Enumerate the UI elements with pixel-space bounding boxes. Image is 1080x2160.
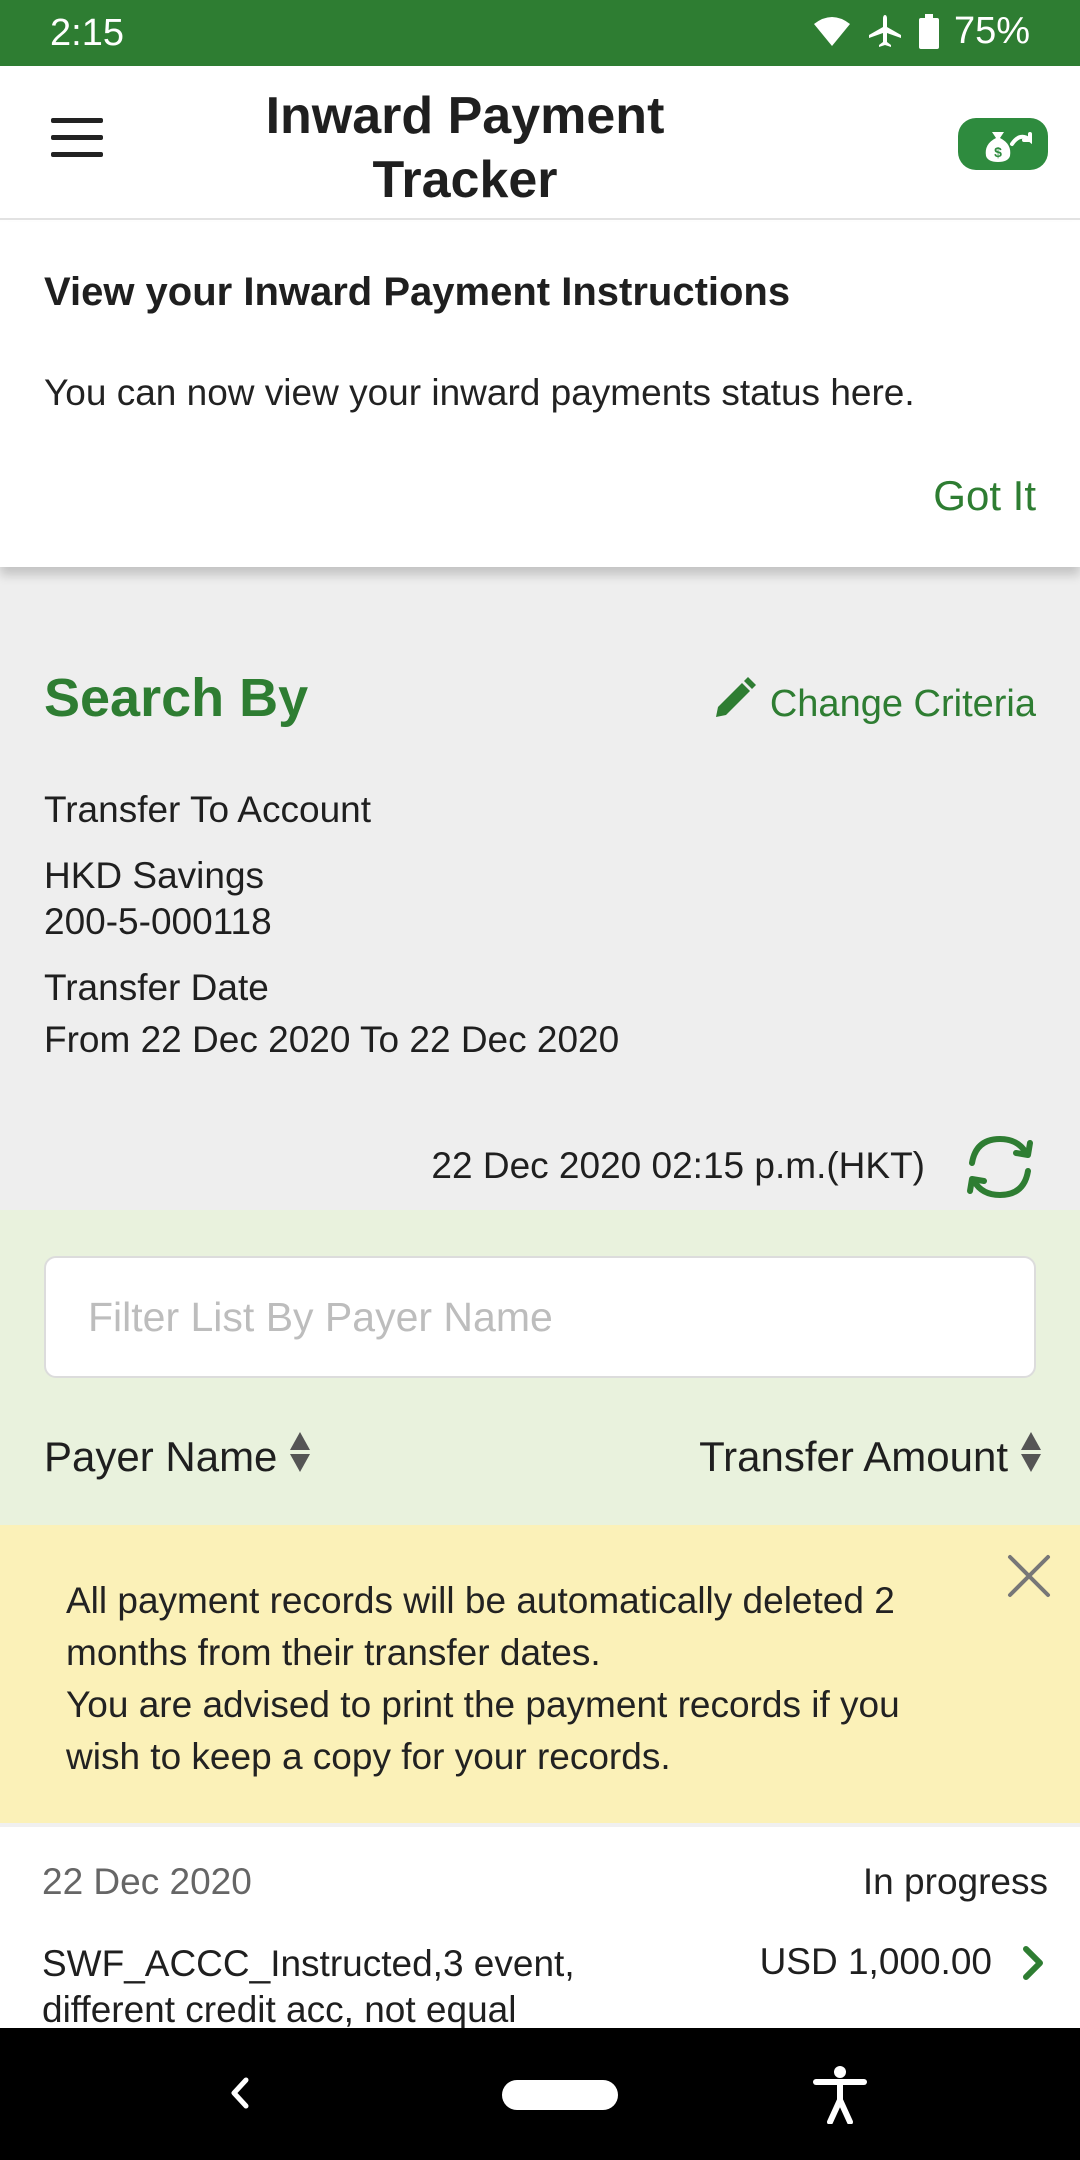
payment-record-row[interactable]: 22 Dec 2020 In progress SWF_ACCC_Instruc… <box>0 1823 1080 2030</box>
account-name: HKD Savings <box>44 855 265 896</box>
record-date: 22 Dec 2020 <box>42 1861 252 1902</box>
date-label: Transfer Date <box>44 967 269 1008</box>
account-label: Transfer To Account <box>44 789 372 830</box>
record-amount: USD 1,000.00 <box>759 1941 992 1982</box>
refresh-icon[interactable] <box>960 1129 1040 1205</box>
payer-filter-input[interactable] <box>44 1256 1036 1378</box>
app-bar: Inward Payment Tracker $ <box>0 66 1080 220</box>
change-criteria-label: Change Criteria <box>769 682 1036 725</box>
search-criteria-section: Search By Change Criteria Transfer To Ac… <box>0 567 1080 1210</box>
notice-card: View your Inward Payment Instructions Yo… <box>0 222 1080 567</box>
system-navigation-bar <box>0 2028 1080 2160</box>
col-payer-label: Payer Name <box>44 1433 278 1480</box>
battery-icon <box>918 13 940 50</box>
list-controls: Payer Name Transfer Amount <box>0 1210 1080 1525</box>
warning-text: All payment records will be automaticall… <box>66 1575 966 1783</box>
search-heading: Search By <box>44 668 309 728</box>
svg-text:$: $ <box>994 144 1002 160</box>
page-title: Inward Payment Tracker <box>265 87 665 209</box>
sort-payer-name[interactable]: Payer Name <box>44 1430 311 1484</box>
home-pill-button[interactable] <box>502 2080 618 2110</box>
date-range: From 22 Dec 2020 To 22 Dec 2020 <box>44 1019 620 1060</box>
sort-icon <box>289 1430 311 1484</box>
deletion-warning-banner: All payment records will be automaticall… <box>0 1525 1080 1823</box>
status-bar: 2:15 75% <box>0 0 1080 66</box>
menu-icon[interactable] <box>44 118 110 168</box>
back-icon[interactable] <box>220 2068 260 2118</box>
change-criteria-button[interactable]: Change Criteria <box>712 677 1036 731</box>
col-amount-label: Transfer Amount <box>699 1433 1008 1480</box>
accessibility-icon[interactable] <box>812 2064 868 2125</box>
airplane-icon <box>866 13 904 51</box>
account-number: 200-5-000118 <box>44 901 272 942</box>
got-it-button[interactable]: Got It <box>933 472 1036 520</box>
status-time: 2:15 <box>50 12 124 54</box>
wifi-icon <box>812 16 852 48</box>
close-icon[interactable] <box>1002 1549 1056 1603</box>
notice-body: You can now view your inward payments st… <box>44 372 915 413</box>
chevron-right-icon <box>1018 1943 1050 1983</box>
warning-line-1: All payment records will be automaticall… <box>66 1580 895 1673</box>
status-icons: 75% <box>812 10 1030 53</box>
notice-heading: View your Inward Payment Instructions <box>44 270 791 314</box>
money-bag-icon[interactable]: $ <box>958 118 1048 170</box>
sort-transfer-amount[interactable]: Transfer Amount <box>699 1430 1042 1484</box>
last-updated-timestamp: 22 Dec 2020 02:15 p.m.(HKT) <box>431 1145 925 1186</box>
warning-line-2: You are advised to print the payment rec… <box>66 1684 900 1777</box>
sort-icon <box>1020 1430 1042 1484</box>
battery-level: 75% <box>953 10 1030 52</box>
pencil-icon <box>712 677 756 731</box>
record-payer-name: SWF_ACCC_Instructed,3 event, different c… <box>42 1943 575 2030</box>
record-status: In progress <box>862 1861 1048 1902</box>
